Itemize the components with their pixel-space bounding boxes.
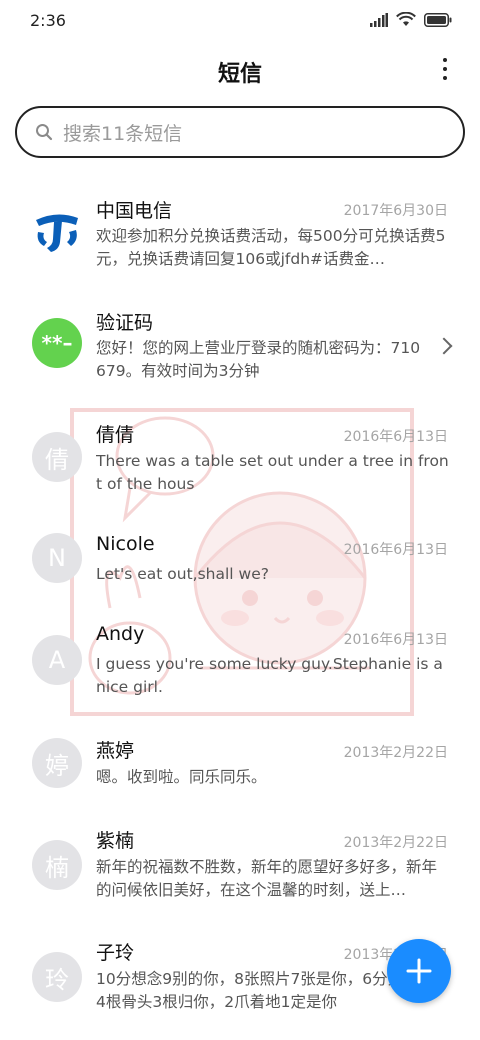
status-time: 2:36: [30, 11, 66, 30]
conversation-item[interactable]: 中国电信 2017年6月30日 欢迎参加积分兑换话费活动，每500分可兑换话费5…: [0, 188, 480, 288]
more-dot-icon: [443, 67, 447, 71]
conversation-date: 2013年2月22日: [343, 745, 448, 761]
china-telecom-logo-icon: [36, 214, 78, 252]
conversation-name: Nicole: [96, 533, 155, 555]
conversation-item[interactable]: **– 验证码 您好！您的网上营业厅登录的随机密码为：710679。有效时间为3…: [0, 300, 480, 400]
avatar: 玲: [32, 952, 82, 1002]
search-icon: [36, 124, 53, 141]
page-title: 短信: [217, 62, 262, 87]
conversation-preview: 欢迎参加积分兑换话费活动，每500分可兑换话费5元，兑换话费请回复106或jfd…: [96, 227, 446, 268]
avatar: 倩: [32, 432, 82, 482]
conversation-date: 2016年6月13日: [343, 542, 448, 558]
conversation-date: 2013年2月22日: [343, 835, 448, 851]
conversation-preview: 您好！您的网上营业厅登录的随机密码为：710679。有效时间为3分钟: [96, 339, 421, 380]
wifi-icon: [396, 12, 416, 26]
conversation-item[interactable]: 倩 倩倩 2016年6月13日 There was a table set ou…: [0, 412, 480, 512]
avatar: **–: [32, 318, 82, 368]
conversation-name: 倩倩: [96, 424, 135, 446]
conversation-preview: There was a table set out under a tree i…: [96, 452, 449, 493]
avatar: 楠: [32, 840, 82, 890]
new-message-button[interactable]: [387, 939, 451, 1003]
cellular-signal-icon: [370, 12, 388, 27]
avatar: A: [32, 635, 82, 685]
conversation-item[interactable]: N Nicole 2016年6月13日 Let's eat out,shall …: [0, 525, 480, 625]
conversation-date: 2016年6月13日: [343, 632, 448, 648]
conversation-name: Andy: [96, 623, 145, 645]
conversation-name: 紫楠: [96, 830, 135, 852]
avatar: [32, 206, 82, 256]
conversation-date: 2016年6月13日: [343, 429, 448, 445]
app-header: 短信: [0, 44, 480, 96]
search-placeholder: 搜索11条短信: [63, 122, 183, 145]
conversation-name: 燕婷: [96, 740, 135, 762]
status-icons: [370, 12, 452, 27]
more-dot-icon: [443, 58, 447, 62]
conversation-item[interactable]: 婷 燕婷 2013年2月22日 嗯。收到啦。同乐同乐。: [0, 728, 480, 828]
conversation-preview: 嗯。收到啦。同乐同乐。: [96, 768, 267, 786]
conversation-name: 中国电信: [96, 200, 173, 222]
status-bar: 2:36: [0, 0, 480, 40]
battery-icon: [424, 12, 452, 27]
conversation-item[interactable]: 楠 紫楠 2013年2月22日 新年的祝福数不胜数，新年的愿望好多好多，新年的问…: [0, 818, 480, 918]
conversation-name: 验证码: [96, 312, 154, 334]
avatar: N: [32, 533, 82, 583]
conversation-preview: I guess you're some lucky guy.Stephanie …: [96, 655, 443, 696]
more-dot-icon: [443, 76, 447, 80]
conversation-item[interactable]: A Andy 2016年6月13日 I guess you're some lu…: [0, 615, 480, 715]
avatar: 婷: [32, 738, 82, 788]
search-input[interactable]: 搜索11条短信: [15, 106, 465, 158]
conversation-name: 子玲: [96, 942, 135, 964]
chevron-right-icon: [435, 337, 453, 355]
conversation-preview: Let's eat out,shall we?: [96, 565, 269, 583]
more-options-button[interactable]: [434, 54, 456, 84]
conversation-date: 2017年6月30日: [343, 203, 448, 219]
plus-icon: [406, 958, 432, 984]
conversation-preview: 新年的祝福数不胜数，新年的愿望好多好多，新年的问候依旧美好，在这个温馨的时刻，送…: [96, 858, 438, 899]
